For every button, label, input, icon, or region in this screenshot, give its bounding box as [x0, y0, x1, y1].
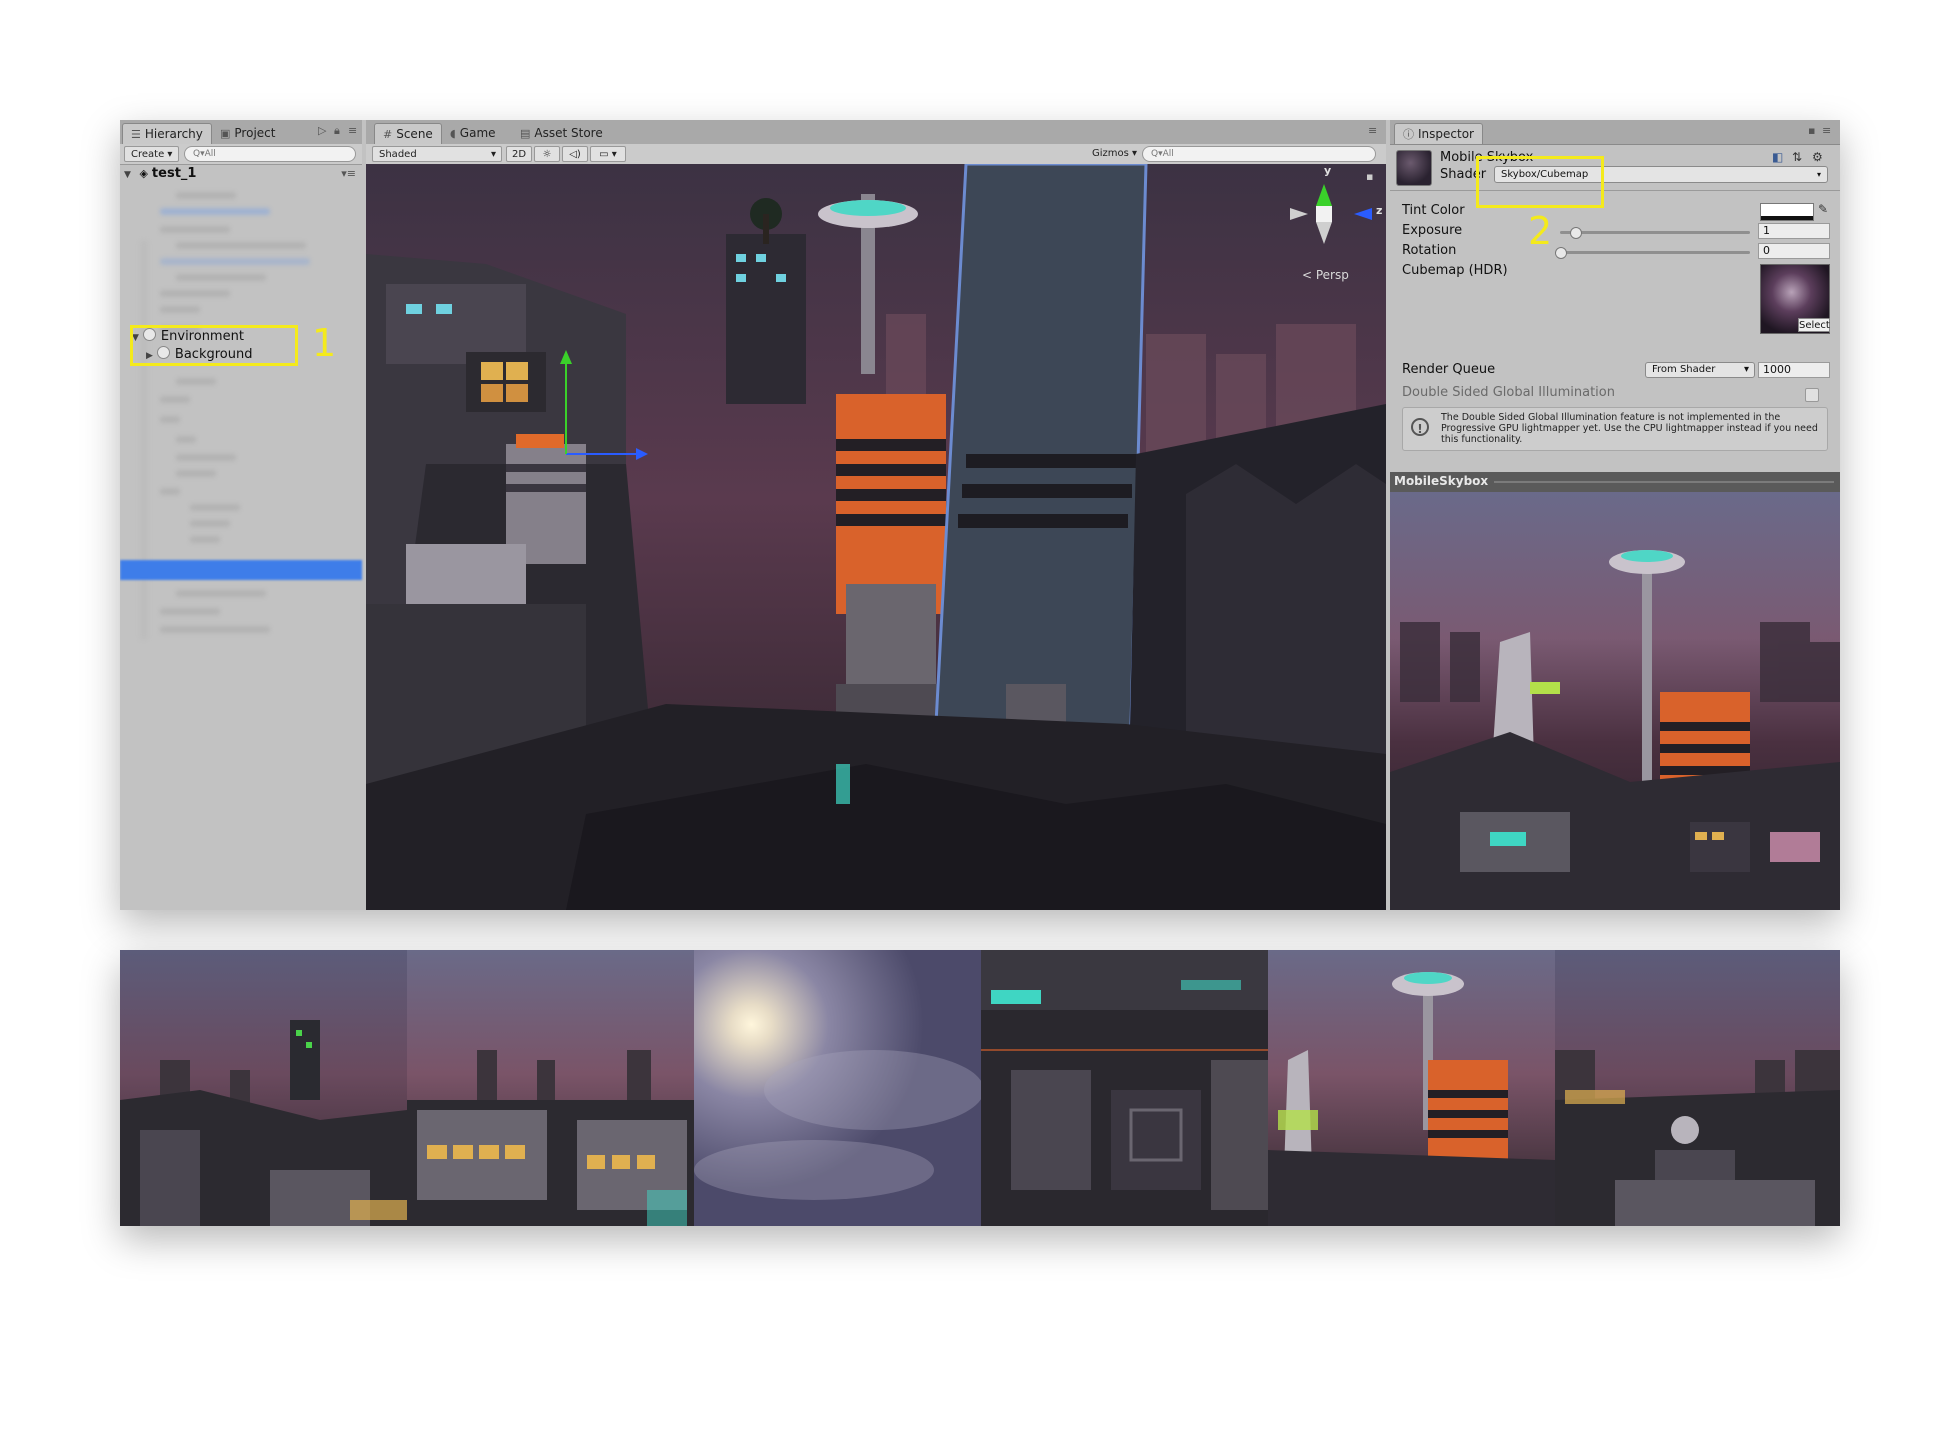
render-queue-value-field[interactable]: 1000: [1758, 362, 1830, 378]
gizmos-dropdown[interactable]: Gizmos ▾: [1086, 146, 1138, 162]
lock-icon[interactable]: ▪: [1366, 170, 1373, 183]
preview-header-rule: [1494, 481, 1834, 483]
cubemap-face-6: [1555, 950, 1840, 1226]
tint-color-label: Tint Color: [1402, 203, 1465, 218]
hierarchy-panel: ☰ Hierarchy ▣ Project ▷ 🔒︎ ≡ Create ▾ Q▾Al…: [120, 120, 362, 910]
scene-toolbar: Shaded ▾ 2D ☼ ◁) ▭ ▾ Gizmos ▾ Q▾All: [366, 144, 1386, 165]
chevron-down-icon: ▾: [1816, 170, 1821, 179]
annotation-number-2: 2: [1528, 209, 1553, 253]
tab-asset-store[interactable]: ▤ Asset Store: [512, 123, 611, 144]
cubemap-face-3-sky: [694, 950, 981, 1226]
tab-game[interactable]: ◖ Game: [442, 123, 504, 144]
expand-triangle-icon[interactable]: ▼: [124, 170, 131, 180]
image-icon: ▭ ▾: [599, 149, 617, 160]
panel-menu-icon[interactable]: ≡: [348, 124, 357, 137]
panel-menu-icon[interactable]: ≡: [1368, 124, 1377, 137]
double-sided-gi-checkbox[interactable]: [1805, 388, 1819, 402]
toggle-2d-button[interactable]: 2D: [506, 146, 532, 162]
eyedropper-icon[interactable]: ✎: [1818, 202, 1828, 216]
inspector-panel: ⓘ Inspector ▪ ≡ Mobile Skybox Shader Skyb…: [1390, 120, 1840, 910]
list-icon: ☰: [131, 128, 141, 141]
inspector-tabbar: ⓘ Inspector ▪ ≡: [1390, 120, 1840, 145]
rotation-value-field[interactable]: 0: [1758, 243, 1830, 259]
scene-root-row[interactable]: ▼ ◈ test_1 ▾≡: [120, 165, 362, 183]
skybox-preview[interactable]: [1390, 492, 1840, 910]
annotation-highlight-box-2: [1476, 156, 1604, 208]
lighting-toggle-button[interactable]: ☼: [534, 146, 560, 162]
render-queue-mode-dropdown[interactable]: From Shader ▾: [1645, 362, 1755, 378]
gi-warning-text: The Double Sided Global Illumination fea…: [1441, 412, 1818, 445]
rotation-label: Rotation: [1402, 243, 1457, 258]
chevron-down-icon: ▾: [490, 149, 496, 160]
help-book-icon[interactable]: ◧: [1772, 150, 1783, 164]
render-queue-label: Render Queue: [1402, 362, 1496, 377]
store-icon: ▤: [520, 127, 531, 140]
effects-dropdown[interactable]: ▭ ▾: [590, 146, 626, 162]
create-button[interactable]: Create ▾: [124, 146, 180, 162]
gizmo-axis-y-label: y: [1324, 164, 1332, 177]
annotation-number-1: 1: [312, 321, 337, 365]
scene-menu-icon[interactable]: ▾≡: [341, 165, 356, 183]
pacman-icon: ◖: [450, 127, 456, 140]
double-sided-gi-label: Double Sided Global Illumination: [1402, 385, 1615, 400]
lock-icon[interactable]: ▪: [1808, 124, 1815, 137]
console-icon[interactable]: ▷: [318, 124, 326, 137]
selected-row-highlight: [120, 560, 362, 580]
tab-scene[interactable]: # Scene: [374, 123, 442, 144]
rotation-slider-handle[interactable]: [1555, 247, 1567, 259]
preview-title: MobileSkybox: [1394, 474, 1489, 488]
warning-icon: !: [1411, 418, 1429, 436]
audio-toggle-button[interactable]: ◁): [562, 146, 588, 162]
sun-icon: ☼: [542, 149, 552, 160]
gear-icon[interactable]: ⚙: [1812, 150, 1823, 164]
scene-tabbar: # Scene ◖ Game ▤ Asset Store ≡: [366, 120, 1386, 145]
panel-menu-icon[interactable]: ≡: [1822, 124, 1831, 137]
hierarchy-search-input[interactable]: Q▾All: [184, 146, 356, 162]
gizmo-axis-z-label: z: [1376, 204, 1383, 217]
speaker-icon: ◁): [569, 149, 581, 160]
exposure-slider-track[interactable]: [1560, 231, 1750, 234]
chevron-down-icon: ▾: [1743, 364, 1749, 375]
annotation-highlight-box-1: [130, 325, 298, 366]
shading-mode-dropdown[interactable]: Shaded ▾: [372, 146, 502, 162]
city-scene-render: [366, 164, 1386, 910]
tab-hierarchy[interactable]: ☰ Hierarchy: [122, 123, 212, 144]
cubemap-face-1: [120, 950, 407, 1226]
exposure-value-field[interactable]: 1: [1758, 223, 1830, 239]
material-thumbnail: [1396, 150, 1432, 186]
tab-inspector[interactable]: ⓘ Inspector: [1394, 123, 1483, 144]
cubemap-face-4-down: [981, 950, 1268, 1226]
grid-icon: #: [383, 128, 393, 141]
gi-warning-helpbox: ! The Double Sided Global Illumination f…: [1402, 407, 1828, 451]
exposure-label: Exposure: [1402, 223, 1463, 238]
scene-panel: # Scene ◖ Game ▤ Asset Store ≡ Shaded ▾ 2D ☼…: [366, 120, 1386, 910]
cubemap-face-5: [1268, 950, 1555, 1226]
skybox-preview-render: [1390, 492, 1840, 910]
projection-label[interactable]: < Persp: [1302, 268, 1349, 282]
folder-icon: ▣: [220, 127, 231, 140]
material-header: Mobile Skybox Shader Skybox/Cubemap ▾ ◧ ⇅…: [1390, 144, 1840, 191]
cubemap-faces-strip: [120, 950, 1840, 1226]
tab-project[interactable]: ▣ Project: [212, 123, 283, 144]
cubemap-face-2: [407, 950, 694, 1226]
preview-header[interactable]: MobileSkybox: [1390, 472, 1840, 492]
info-icon: ⓘ: [1403, 128, 1414, 141]
presets-icon[interactable]: ⇅: [1792, 150, 1802, 164]
cubemap-select-button[interactable]: Select: [1798, 318, 1830, 332]
scene-search-input[interactable]: Q▾All: [1142, 146, 1376, 162]
scene-viewport[interactable]: y z ▪ < Persp: [366, 164, 1386, 910]
hierarchy-tabbar: ☰ Hierarchy ▣ Project ▷ 🔒︎ ≡: [120, 120, 362, 145]
rotation-slider-track[interactable]: [1560, 251, 1750, 254]
exposure-slider-handle[interactable]: [1570, 227, 1583, 239]
unity-scene-icon: ◈: [139, 167, 148, 180]
tint-color-swatch[interactable]: [1760, 203, 1814, 221]
cubemap-label: Cubemap (HDR): [1402, 263, 1508, 278]
hierarchy-toolbar: Create ▾ Q▾All: [120, 144, 362, 165]
unity-editor-window: ☰ Hierarchy ▣ Project ▷ 🔒︎ ≡ Create ▾ Q▾Al…: [120, 120, 1840, 910]
lock-icon[interactable]: 🔒︎: [334, 124, 340, 138]
